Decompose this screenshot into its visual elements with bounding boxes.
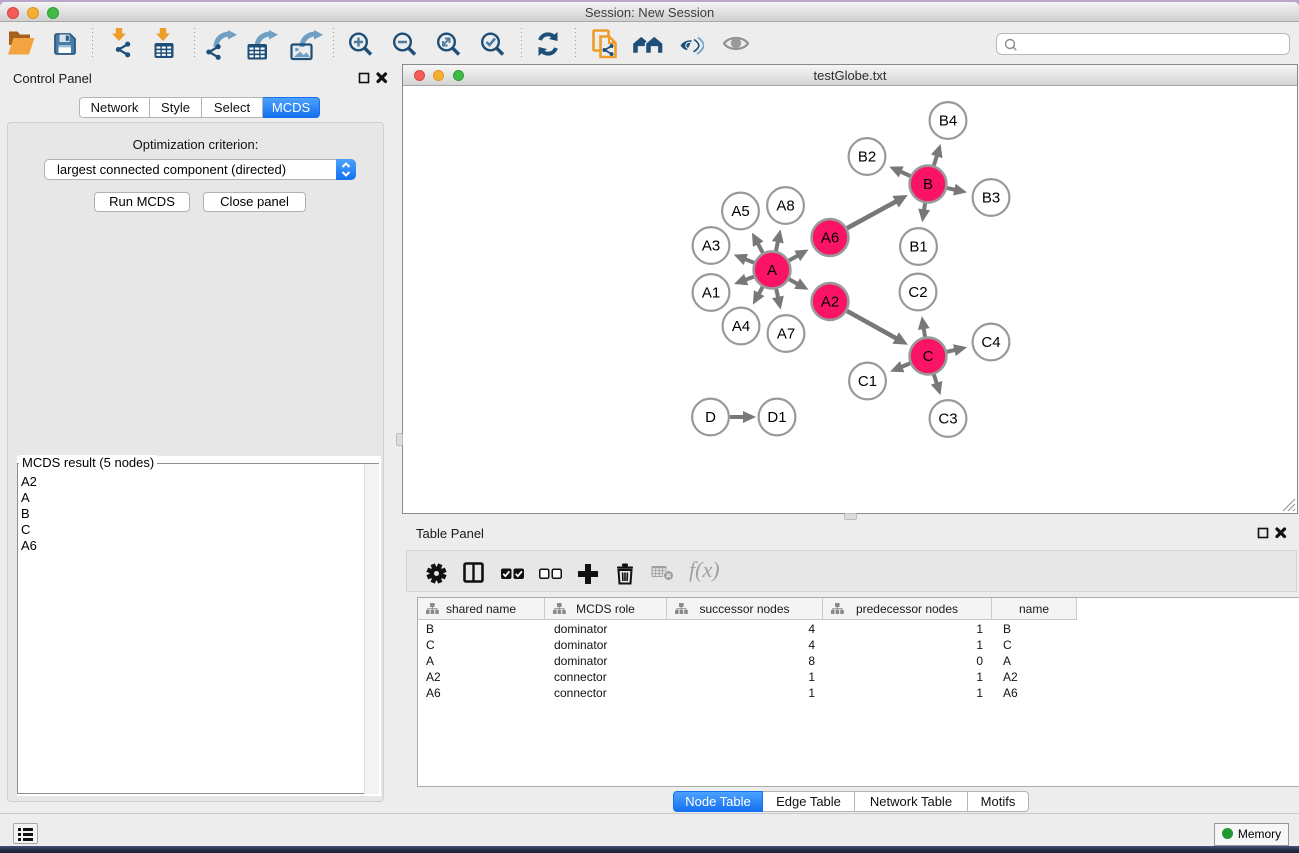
svg-text:C2: C2 [908, 284, 927, 301]
svg-text:A7: A7 [777, 326, 795, 343]
svg-text:A4: A4 [732, 318, 750, 335]
svg-text:A1: A1 [702, 285, 720, 302]
svg-text:A3: A3 [702, 238, 720, 255]
svg-text:B1: B1 [909, 239, 927, 256]
svg-text:A8: A8 [776, 198, 794, 215]
svg-text:A: A [767, 262, 777, 279]
svg-text:C: C [923, 348, 934, 365]
svg-text:D: D [705, 409, 716, 426]
svg-text:A2: A2 [821, 294, 839, 311]
svg-text:B: B [923, 176, 933, 193]
svg-text:C1: C1 [858, 373, 877, 390]
svg-text:D1: D1 [767, 409, 786, 426]
svg-text:B4: B4 [939, 113, 957, 130]
svg-text:C3: C3 [938, 411, 957, 428]
svg-text:A5: A5 [731, 203, 749, 220]
svg-text:B3: B3 [982, 190, 1000, 207]
svg-text:B2: B2 [858, 149, 876, 166]
svg-text:C4: C4 [981, 334, 1000, 351]
svg-text:A6: A6 [821, 230, 839, 247]
